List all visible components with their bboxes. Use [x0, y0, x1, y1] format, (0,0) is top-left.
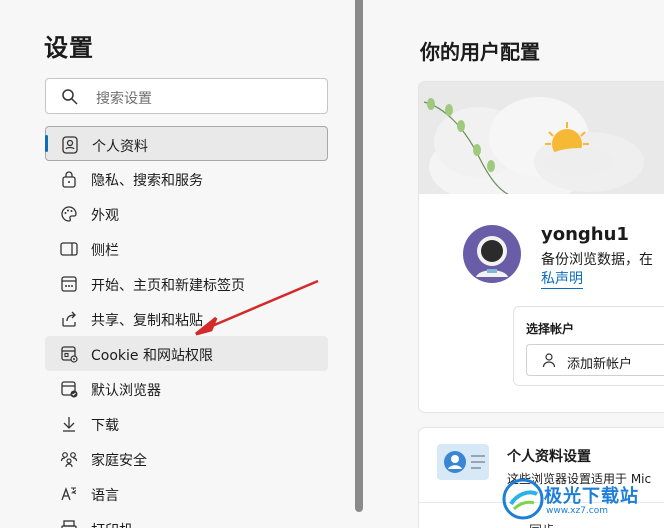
- language-icon: [61, 487, 77, 501]
- nav-item-profile[interactable]: 个人资料: [45, 126, 328, 161]
- nav-item-cookies[interactable]: Cookie 和网站权限: [45, 336, 328, 371]
- profile-settings-icon: [437, 444, 489, 480]
- nav-item-family[interactable]: 家庭安全: [45, 441, 328, 476]
- nav-item-default-browser[interactable]: 默认浏览器: [45, 371, 328, 406]
- nav-item-label: 默认浏览器: [91, 383, 161, 399]
- nav-item-appearance[interactable]: 外观: [45, 196, 328, 231]
- profile-banner-image: [419, 82, 664, 194]
- printer-icon: [61, 520, 77, 528]
- nav-item-sidebar[interactable]: 侧栏: [45, 231, 328, 266]
- nav-item-label: 开始、主页和新建标签页: [91, 278, 245, 294]
- nav-item-label: 打印机: [91, 520, 133, 528]
- settings-sidebar: 设置 搜索设置 个人资料 隐私、搜索和服务 外观 侧栏 开始、主页和新建标签页 …: [0, 0, 354, 528]
- search-settings-input[interactable]: 搜索设置: [45, 78, 328, 114]
- cookie-permissions-icon: [61, 346, 78, 363]
- add-account-label: 添加新帐户: [567, 357, 633, 372]
- nav-item-label: 共享、复制和粘贴: [91, 313, 203, 329]
- palette-icon: [61, 206, 77, 222]
- settings-nav: 个人资料 隐私、搜索和服务 外观 侧栏 开始、主页和新建标签页 共享、复制和粘贴…: [45, 126, 328, 528]
- nav-item-label: Cookie 和网站权限: [91, 348, 213, 364]
- nav-item-privacy[interactable]: 隐私、搜索和服务: [45, 161, 328, 196]
- nav-item-printers[interactable]: 打印机: [45, 511, 328, 528]
- add-account-button[interactable]: 添加新帐户: [526, 344, 664, 376]
- profile-icon: [62, 136, 78, 154]
- default-browser-icon: [61, 381, 78, 398]
- nav-item-label: 外观: [91, 208, 119, 224]
- profile-card: yonghu1 备份浏览数据，在 私声明 选择帐户 添加新帐户: [419, 82, 664, 412]
- profile-settings-title: 个人资料设置: [507, 449, 591, 465]
- aurora-logo-icon: [502, 478, 544, 520]
- search-icon: [62, 89, 78, 105]
- sidebar-icon: [60, 242, 78, 256]
- family-icon: [60, 452, 78, 468]
- privacy-statement-link[interactable]: 私声明: [541, 268, 583, 289]
- share-icon: [62, 311, 76, 327]
- nav-item-label: 语言: [91, 488, 119, 504]
- settings-title: 设置: [44, 34, 94, 62]
- watermark-logo: 极光下载站 www.xz7.com: [500, 474, 660, 522]
- nav-item-label: 个人资料: [92, 139, 148, 155]
- home-tabs-icon: [61, 276, 77, 292]
- nav-item-downloads[interactable]: 下载: [45, 406, 328, 441]
- person-add-icon: [542, 353, 556, 368]
- nav-item-label: 侧栏: [91, 243, 119, 259]
- nav-item-share[interactable]: 共享、复制和粘贴: [45, 301, 328, 336]
- profile-page: 你的用户配置 yonghu1 备份浏览数据，在 私声明 选择帐户 添加新帐户 个…: [366, 0, 664, 528]
- nav-item-label: 家庭安全: [91, 453, 147, 469]
- nav-item-label: 隐私、搜索和服务: [91, 173, 203, 189]
- nav-item-start-home[interactable]: 开始、主页和新建标签页: [45, 266, 328, 301]
- lock-icon: [62, 171, 76, 188]
- account-picker: 选择帐户 添加新帐户: [513, 306, 664, 386]
- nav-item-label: 下载: [91, 418, 119, 434]
- avatar[interactable]: [463, 225, 521, 283]
- search-placeholder: 搜索设置: [96, 91, 152, 107]
- page-title: 你的用户配置: [420, 40, 540, 64]
- account-picker-label: 选择帐户: [526, 322, 575, 336]
- sidebar-scrollbar[interactable]: [355, 0, 363, 512]
- watermark-url: www.xz7.com: [546, 506, 608, 516]
- nav-item-language[interactable]: 语言: [45, 476, 328, 511]
- username: yonghu1: [541, 224, 629, 245]
- watermark-text: 极光下载站: [544, 486, 639, 507]
- sync-description: 备份浏览数据，在: [541, 252, 653, 268]
- download-icon: [63, 417, 75, 432]
